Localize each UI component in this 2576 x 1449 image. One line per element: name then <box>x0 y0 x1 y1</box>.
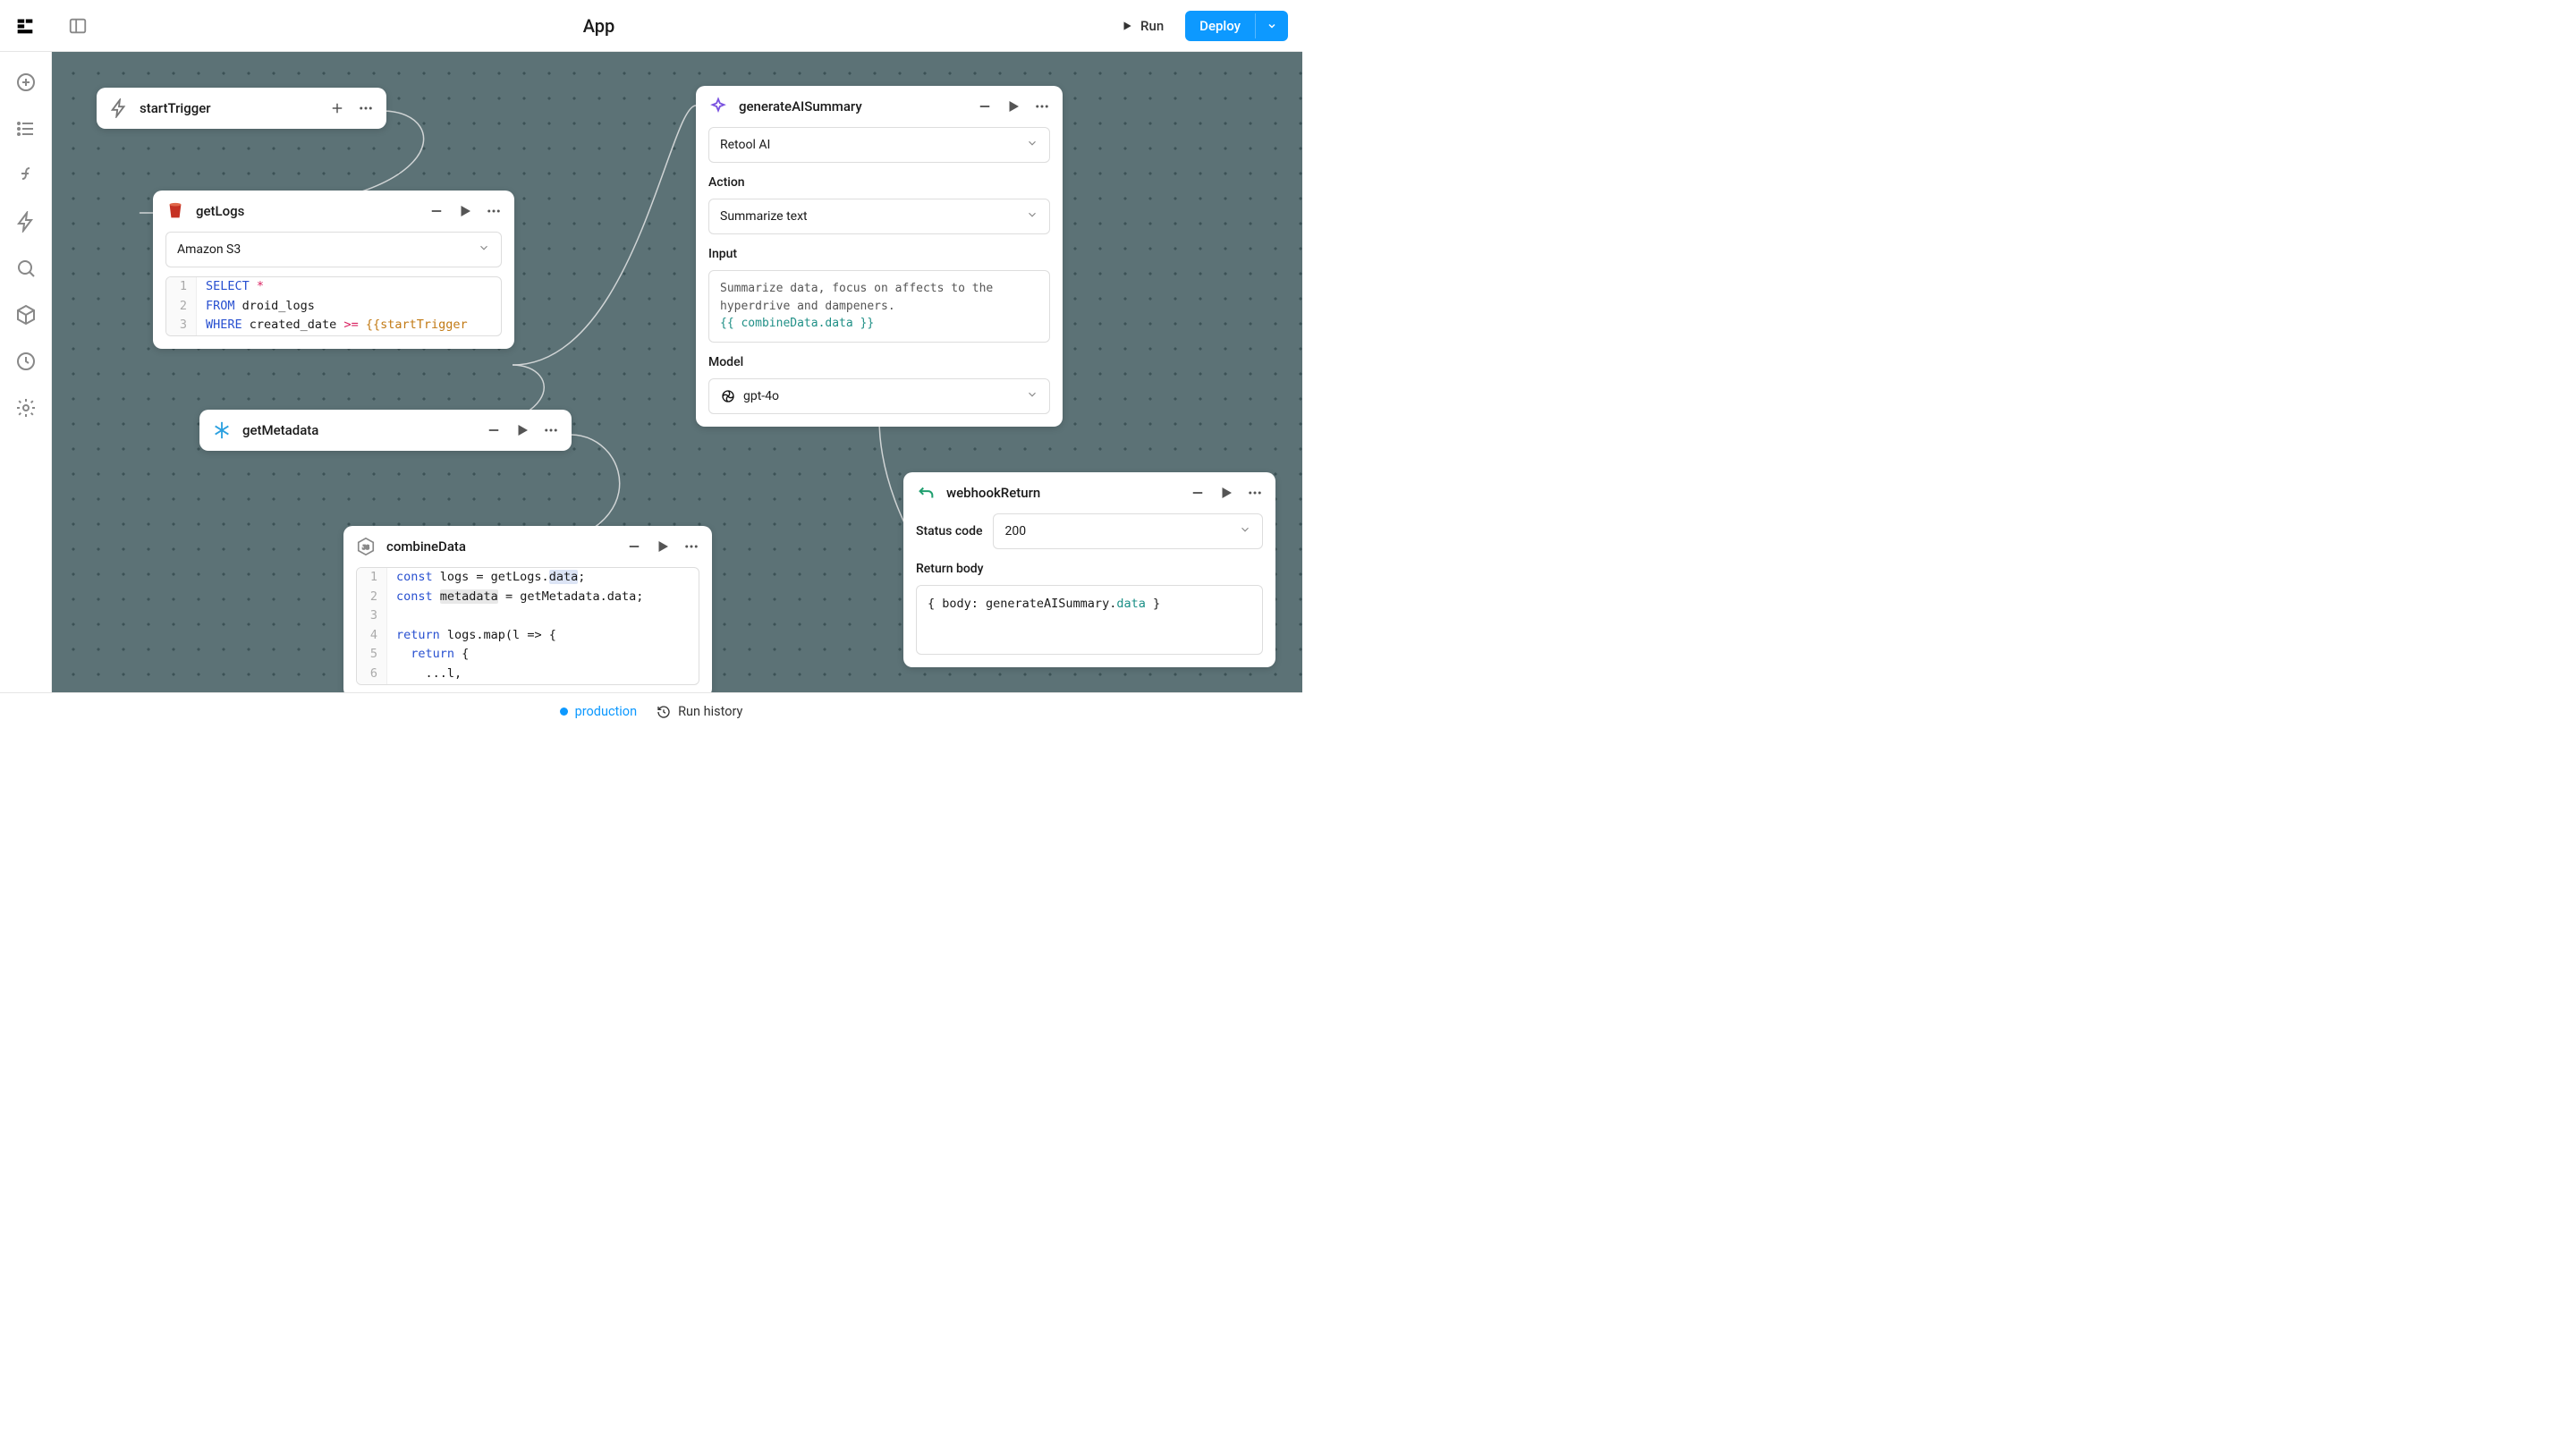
panel-toggle-icon[interactable] <box>68 16 88 36</box>
run-button-label: Run <box>1140 18 1164 34</box>
return-body-editor[interactable]: { body: generateAISummary.data } <box>916 585 1263 655</box>
left-sidebar <box>0 52 52 730</box>
node-combine-data[interactable]: JS combineData 1const logs = getLogs.dat… <box>343 526 712 698</box>
sql-editor[interactable]: 1SELECT * 2FROM droid_logs 3WHERE create… <box>165 276 502 336</box>
node-start-trigger[interactable]: startTrigger <box>97 88 386 129</box>
history-icon <box>657 705 671 719</box>
ai-input-text: Summarize data, focus on affects to the … <box>720 282 993 313</box>
deploy-chevron-icon[interactable] <box>1255 13 1288 38</box>
js-editor[interactable]: 1const logs = getLogs.data; 2const metad… <box>356 567 699 685</box>
node-get-metadata[interactable]: getMetadata <box>199 410 572 451</box>
minimize-icon[interactable] <box>626 538 642 555</box>
status-select[interactable]: 200 <box>993 513 1263 549</box>
ai-resource-value: Retool AI <box>720 138 770 152</box>
ai-input-template: {{ combineData.data }} <box>720 317 874 330</box>
play-icon[interactable] <box>514 422 530 438</box>
history-icon[interactable] <box>15 351 37 372</box>
resource-value: Amazon S3 <box>177 242 241 257</box>
app-logo-icon[interactable] <box>14 15 36 37</box>
model-label: Model <box>708 355 1050 369</box>
input-label: Input <box>708 247 1050 261</box>
node-generate-ai-summary[interactable]: generateAISummary Retool AI Action Summa… <box>696 86 1063 427</box>
add-icon[interactable] <box>15 72 37 93</box>
status-value: 200 <box>1004 524 1026 538</box>
model-select[interactable]: gpt-4o <box>708 378 1050 414</box>
environment-label: production <box>575 704 638 719</box>
node-title: generateAISummary <box>739 98 966 114</box>
plus-icon[interactable] <box>329 100 345 116</box>
play-icon[interactable] <box>655 538 671 555</box>
gear-icon[interactable] <box>15 397 37 419</box>
status-dot-icon <box>560 708 568 716</box>
chevron-down-icon <box>478 242 490 258</box>
action-label: Action <box>708 175 1050 190</box>
sparkle-icon <box>708 97 728 116</box>
node-title: combineData <box>386 538 615 555</box>
bottom-bar: production Run history <box>0 692 1302 730</box>
run-history-label: Run history <box>678 704 742 719</box>
topbar: App Run Deploy <box>0 0 1302 52</box>
more-icon[interactable] <box>683 538 699 555</box>
deploy-button[interactable]: Deploy <box>1185 11 1288 41</box>
body-label: Return body <box>916 562 1263 576</box>
chevron-down-icon <box>1026 137 1038 153</box>
minimize-icon[interactable] <box>977 98 993 114</box>
node-title: startTrigger <box>140 100 318 116</box>
action-value: Summarize text <box>720 209 808 224</box>
return-icon <box>916 483 936 503</box>
action-select[interactable]: Summarize text <box>708 199 1050 234</box>
chevron-down-icon <box>1026 208 1038 225</box>
page-title[interactable]: App <box>583 15 615 37</box>
search-icon[interactable] <box>15 258 37 279</box>
s3-icon <box>165 201 185 221</box>
node-title: getMetadata <box>242 422 475 438</box>
play-icon[interactable] <box>1005 98 1021 114</box>
minimize-icon[interactable] <box>1190 485 1206 501</box>
resource-select[interactable]: Amazon S3 <box>165 232 502 267</box>
more-icon[interactable] <box>1034 98 1050 114</box>
list-icon[interactable] <box>15 118 37 140</box>
minimize-icon[interactable] <box>428 203 445 219</box>
ai-resource-select[interactable]: Retool AI <box>708 127 1050 163</box>
more-icon[interactable] <box>543 422 559 438</box>
status-label: Status code <box>916 524 982 538</box>
workflow-canvas[interactable]: startTrigger <box>52 52 1302 730</box>
environment-selector[interactable]: production <box>560 704 638 719</box>
chevron-down-icon <box>1026 388 1038 404</box>
chevron-down-icon <box>1239 523 1251 539</box>
deploy-button-label: Deploy <box>1185 11 1255 41</box>
run-button[interactable]: Run <box>1110 13 1174 39</box>
node-title: webhookReturn <box>946 485 1179 501</box>
model-value: gpt-4o <box>743 389 779 403</box>
node-title: getLogs <box>196 203 418 219</box>
node-webhook-return[interactable]: webhookReturn Status code 200 <box>903 472 1275 667</box>
svg-text:JS: JS <box>362 544 369 551</box>
play-icon <box>1121 20 1133 32</box>
more-icon[interactable] <box>486 203 502 219</box>
minimize-icon[interactable] <box>486 422 502 438</box>
node-get-logs[interactable]: getLogs Amazon S3 1SELECT * 2FROM droid <box>153 191 514 349</box>
bolt-icon <box>109 98 129 118</box>
play-icon[interactable] <box>1218 485 1234 501</box>
bolt-icon[interactable] <box>15 211 37 233</box>
play-icon[interactable] <box>457 203 473 219</box>
ai-input-textarea[interactable]: Summarize data, focus on affects to the … <box>708 270 1050 343</box>
cube-icon[interactable] <box>15 304 37 326</box>
openai-icon <box>720 388 736 404</box>
more-icon[interactable] <box>1247 485 1263 501</box>
snowflake-icon <box>212 420 232 440</box>
js-icon: JS <box>356 537 376 556</box>
more-icon[interactable] <box>358 100 374 116</box>
run-history-button[interactable]: Run history <box>657 704 742 719</box>
function-icon[interactable] <box>15 165 37 186</box>
